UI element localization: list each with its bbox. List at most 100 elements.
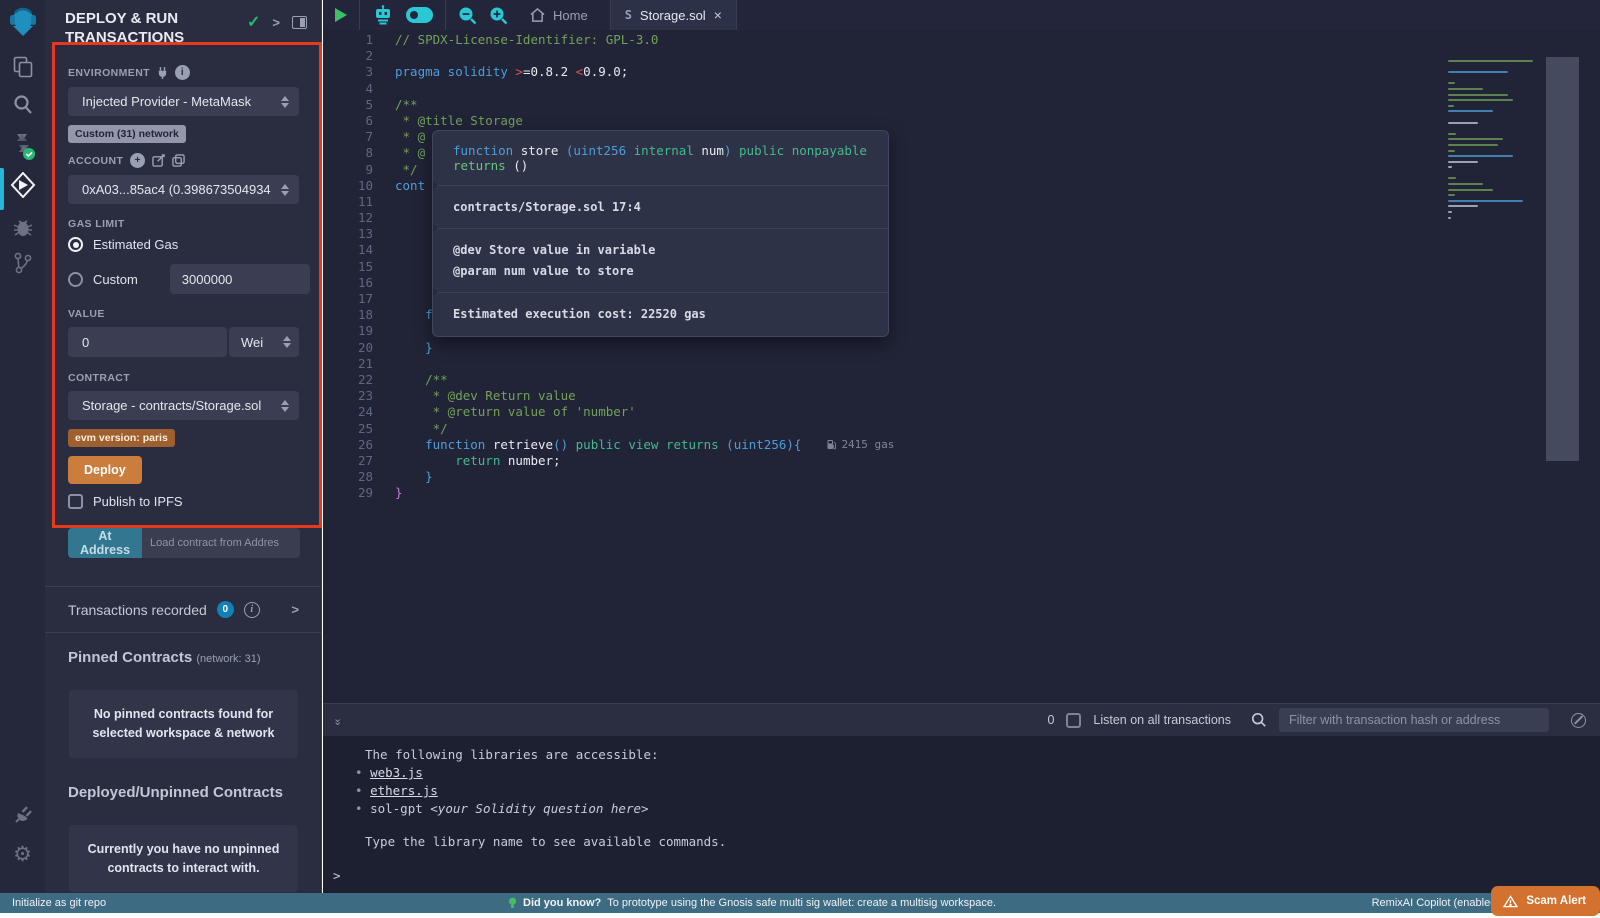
- tooltip-doc-dev: @dev Store value in variable: [453, 240, 868, 260]
- code-line[interactable]: 22 /**: [323, 372, 1600, 388]
- at-address-button[interactable]: At Address: [68, 528, 142, 558]
- code-line[interactable]: 25 */: [323, 421, 1600, 437]
- environment-info-icon[interactable]: i: [175, 65, 190, 80]
- file-explorer-icon[interactable]: [0, 56, 45, 78]
- publish-ipfs-row[interactable]: Publish to IPFS: [68, 494, 299, 509]
- sign-message-icon[interactable]: [152, 154, 165, 167]
- transactions-recorded-row: Transactions recorded 0 i >: [45, 587, 321, 632]
- custom-gas-radio[interactable]: [68, 272, 83, 287]
- code-line[interactable]: 29}: [323, 485, 1600, 501]
- select-stepper-icon: [281, 184, 289, 196]
- code-line[interactable]: 28 }: [323, 469, 1600, 485]
- library-link[interactable]: web3.js: [370, 765, 423, 780]
- select-stepper-icon: [281, 400, 289, 412]
- listen-all-checkbox[interactable]: [1066, 713, 1081, 728]
- scam-alert-button[interactable]: Scam Alert: [1491, 886, 1600, 916]
- contract-select[interactable]: Storage - contracts/Storage.sol: [68, 391, 299, 420]
- debugger-icon[interactable]: [0, 216, 45, 238]
- code-line[interactable]: 20 }: [323, 340, 1600, 356]
- code-line[interactable]: 23 * @dev Return value: [323, 388, 1600, 404]
- home-label: Home: [553, 8, 588, 23]
- account-label: ACCOUNT: [68, 155, 123, 167]
- transactions-expand-icon[interactable]: >: [291, 602, 299, 617]
- panel-header: DEPLOY & RUN TRANSACTIONS ✓ >: [45, 0, 321, 53]
- code-line[interactable]: 21: [323, 356, 1600, 372]
- function-hover-tooltip: function store (uint256 internal num) pu…: [432, 130, 889, 337]
- fuel-pump-icon: [827, 439, 836, 450]
- code-line[interactable]: 24 * @return value of 'number': [323, 404, 1600, 420]
- code-line[interactable]: 5/**: [323, 97, 1600, 113]
- custom-gas-input[interactable]: [170, 264, 310, 294]
- lightbulb-icon: [508, 897, 517, 910]
- code-line[interactable]: 27 return number;: [323, 453, 1600, 469]
- contract-value: Storage - contracts/Storage.sol: [82, 398, 261, 413]
- value-unit: Wei: [241, 335, 263, 350]
- library-link[interactable]: ethers.js: [370, 783, 438, 798]
- value-unit-select[interactable]: Wei: [229, 327, 299, 357]
- editor-minimap[interactable]: [1448, 60, 1541, 222]
- at-address-input[interactable]: [142, 528, 300, 558]
- plugin-manager-icon[interactable]: [0, 803, 45, 825]
- publish-ipfs-checkbox[interactable]: [68, 494, 83, 509]
- copilot-toggle[interactable]: [406, 7, 433, 23]
- estimated-gas-radio-row[interactable]: Estimated Gas: [68, 237, 299, 252]
- select-stepper-icon: [283, 336, 291, 348]
- run-script-icon[interactable]: [335, 8, 347, 22]
- tab-storage-sol[interactable]: S Storage.sol ×: [611, 0, 737, 30]
- plug-icon[interactable]: [157, 67, 168, 79]
- pin-panel-icon[interactable]: [292, 16, 307, 29]
- deploy-run-panel: DEPLOY & RUN TRANSACTIONS ✓ > ENVIRONMEN…: [45, 0, 322, 893]
- zoom-in-icon[interactable]: [489, 6, 508, 25]
- code-line[interactable]: 26 function retrieve() public view retur…: [323, 437, 1600, 453]
- solidity-compiler-icon[interactable]: [0, 132, 45, 162]
- ai-robot-icon[interactable]: [372, 5, 394, 25]
- collapse-panel-icon[interactable]: >: [272, 15, 280, 30]
- editor-scrollbar[interactable]: [1546, 57, 1579, 461]
- terminal-prompt[interactable]: >: [333, 867, 341, 885]
- git-icon[interactable]: [0, 251, 45, 275]
- terminal-collapse-icon[interactable]: ⌄⌄: [333, 716, 342, 725]
- tooltip-cost: Estimated execution cost: 22520 gas: [453, 304, 868, 324]
- code-line[interactable]: 1// SPDX-License-Identifier: GPL-3.0: [323, 32, 1600, 48]
- account-select[interactable]: 0xA03...85ac4 (0.398673504934: [68, 175, 299, 204]
- home-icon: [530, 8, 545, 22]
- gas-limit-label: GAS LIMIT: [68, 218, 125, 230]
- settings-gear-icon[interactable]: ⚙: [0, 842, 45, 867]
- estimated-gas-radio[interactable]: [68, 237, 83, 252]
- ai-copilot-section: [360, 0, 446, 30]
- publish-ipfs-label: Publish to IPFS: [93, 494, 183, 509]
- code-line[interactable]: 2: [323, 48, 1600, 64]
- terminal-hint: Type the library name to see available c…: [365, 833, 1600, 851]
- warning-triangle-icon: [1503, 895, 1518, 908]
- add-account-icon[interactable]: +: [130, 153, 145, 168]
- terminal-library-item[interactable]: ethers.js: [355, 782, 1600, 800]
- transactions-info-icon[interactable]: i: [244, 602, 260, 618]
- search-icon[interactable]: [0, 94, 45, 115]
- code-line[interactable]: 4: [323, 81, 1600, 97]
- git-init-button[interactable]: Initialize as git repo: [12, 897, 106, 909]
- terminal-filter-input[interactable]: [1279, 708, 1549, 732]
- value-input[interactable]: 0: [68, 327, 227, 357]
- tab-close-icon[interactable]: ×: [714, 7, 722, 23]
- code-line[interactable]: 3pragma solidity >=0.8.2 <0.9.0;: [323, 64, 1600, 80]
- clear-console-icon[interactable]: [1571, 713, 1586, 728]
- pinned-contracts-empty: No pinned contracts found for selected w…: [69, 690, 298, 758]
- environment-select[interactable]: Injected Provider - MetaMask: [68, 87, 299, 116]
- tab-home[interactable]: Home: [520, 8, 598, 23]
- code-line[interactable]: 6 * @title Storage: [323, 113, 1600, 129]
- did-you-know-text: To prototype using the Gnosis safe multi…: [607, 897, 996, 909]
- zoom-out-icon[interactable]: [458, 6, 477, 25]
- contract-label: CONTRACT: [68, 372, 130, 384]
- terminal-output[interactable]: The following libraries are accessible: …: [323, 736, 1600, 893]
- copilot-status[interactable]: RemixAI Copilot (enabled): [1372, 897, 1500, 909]
- deploy-run-icon[interactable]: [0, 172, 45, 198]
- remix-ai-logo-icon[interactable]: [0, 6, 45, 38]
- copy-account-icon[interactable]: [172, 154, 185, 167]
- did-you-know-label: Did you know?: [523, 897, 601, 909]
- custom-gas-radio-row[interactable]: Custom: [68, 264, 299, 294]
- terminal-intro: The following libraries are accessible:: [365, 746, 1600, 764]
- select-stepper-icon: [281, 96, 289, 108]
- terminal-search-icon[interactable]: [1251, 712, 1267, 728]
- deploy-button[interactable]: Deploy: [68, 456, 142, 484]
- terminal-library-item[interactable]: web3.js: [355, 764, 1600, 782]
